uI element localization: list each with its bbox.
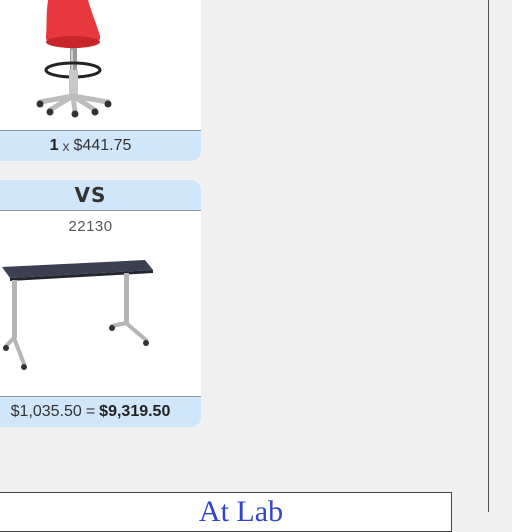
stool-quantity: 1 <box>49 137 59 154</box>
stool-price-bar: 1 x $441.75 <box>0 130 201 161</box>
product-card-table[interactable]: VS 22130 $1,035.50 = $9,319.50 <box>0 180 201 427</box>
stool-image[interactable] <box>0 0 201 130</box>
table-total-price: $9,319.50 <box>99 403 171 420</box>
stool-unit-price: $441.75 <box>73 137 132 154</box>
table-image[interactable] <box>0 252 201 380</box>
lab-banner[interactable]: At Lab <box>0 492 452 532</box>
equals-sign: = <box>85 403 96 420</box>
table-sku: 22130 <box>68 218 113 235</box>
table-price-bar: $1,035.50 = $9,319.50 <box>0 396 201 427</box>
times-sign: x <box>62 138 70 154</box>
table-unit-price: $1,035.50 <box>10 403 82 420</box>
vs-label: VS <box>74 183 107 207</box>
vs-header: VS <box>0 180 201 211</box>
right-panel-edge <box>489 0 512 512</box>
dark-table-image-icon <box>2 260 153 370</box>
red-stool-image-icon <box>36 0 112 118</box>
product-card-stool[interactable]: 1 x $441.75 <box>0 0 201 161</box>
banner-text: At Lab <box>198 495 284 528</box>
